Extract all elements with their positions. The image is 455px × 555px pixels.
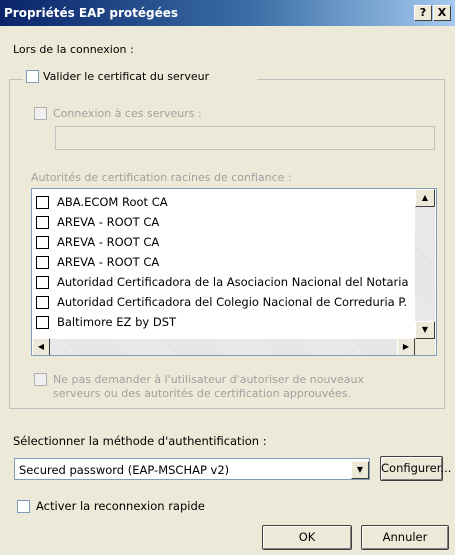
vertical-scrollbar[interactable]: ▲ ▼ [415, 189, 435, 339]
ca-checkbox[interactable] [36, 216, 49, 229]
scroll-down-icon[interactable]: ▼ [415, 321, 435, 339]
selected-method: Secured password (EAP-MSCHAP v2) [19, 463, 230, 477]
connection-section-label: Lors de la connexion : [13, 43, 134, 56]
connect-servers-label: Connexion à ces serveurs : [53, 107, 202, 120]
title-bar: Propriétés EAP protégées ? X [0, 0, 455, 26]
ca-checkbox[interactable] [36, 276, 49, 289]
no-prompt-label-line1: Ne pas demander à l'utilisateur d'autori… [53, 373, 364, 386]
scroll-right-icon[interactable]: ▶ [397, 338, 415, 355]
scrollbar-corner [415, 339, 435, 355]
root-ca-list[interactable]: ABA.ECOM Root CA AREVA - ROOT CA AREVA -… [31, 188, 437, 356]
validate-cert-checkbox[interactable] [26, 70, 39, 83]
chevron-down-icon[interactable]: ▼ [351, 461, 369, 479]
ca-checkbox[interactable] [36, 296, 49, 309]
fast-reconnect-checkbox[interactable] [17, 500, 30, 513]
validate-cert-header: Valider le certificat du serveur [23, 69, 257, 85]
auth-method-select[interactable]: Secured password (EAP-MSCHAP v2) ▼ [14, 458, 370, 480]
window-title: Propriétés EAP protégées [4, 6, 179, 20]
fast-reconnect-label: Activer la reconnexion rapide [36, 499, 205, 513]
connect-servers-checkbox[interactable] [34, 107, 47, 120]
close-button[interactable]: X [433, 5, 451, 21]
help-button[interactable]: ? [414, 5, 432, 21]
auth-method-label: Sélectionner la méthode d'authentificati… [13, 434, 267, 448]
ca-checkbox[interactable] [36, 196, 49, 209]
horizontal-scrollbar[interactable]: ◀ ▶ [32, 338, 415, 355]
configure-button[interactable]: Configurer... [380, 456, 451, 481]
scroll-left-icon[interactable]: ◀ [32, 338, 50, 355]
ca-checkbox[interactable] [36, 236, 49, 249]
cancel-button[interactable]: Annuler [361, 525, 449, 550]
no-prompt-label-line2: serveurs ou des autorités de certificati… [53, 387, 352, 400]
ok-button[interactable]: OK [262, 525, 352, 550]
no-prompt-checkbox[interactable] [34, 373, 47, 386]
validate-cert-label: Valider le certificat du serveur [43, 70, 210, 83]
scroll-up-icon[interactable]: ▲ [415, 189, 435, 207]
servers-input[interactable] [55, 126, 435, 150]
ca-checkbox[interactable] [36, 316, 49, 329]
ca-checkbox[interactable] [36, 256, 49, 269]
root-ca-label: Autorités de certification racines de co… [31, 171, 292, 184]
